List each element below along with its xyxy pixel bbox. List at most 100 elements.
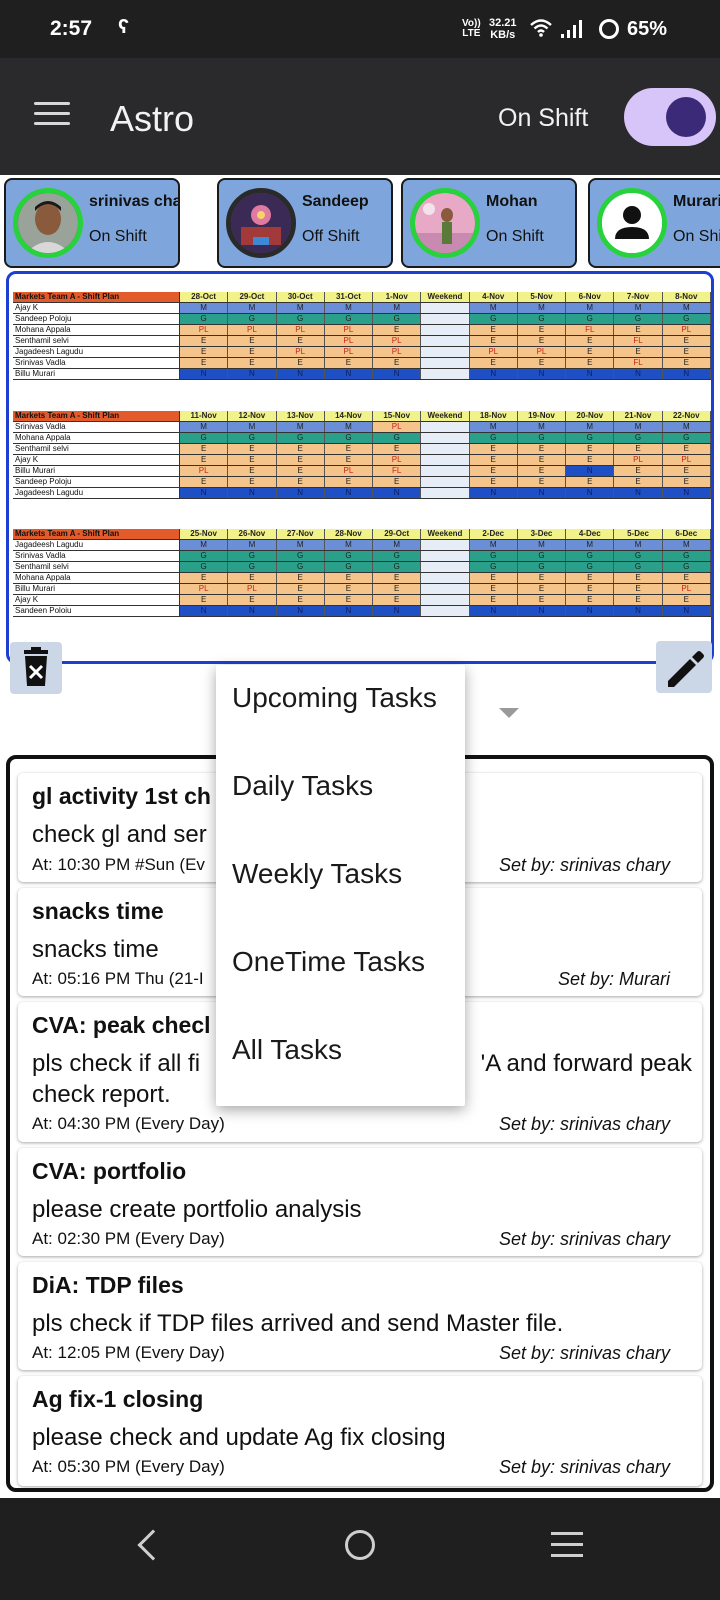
schedule-cell: M <box>566 422 615 432</box>
schedule-date: 7-Nov <box>614 292 663 302</box>
edit-button[interactable] <box>656 641 712 693</box>
schedule-cell: E <box>469 336 518 346</box>
schedule-cell: E <box>324 358 374 368</box>
schedule-cell: G <box>469 562 518 572</box>
schedule-cell: E <box>517 573 567 583</box>
schedule-employee-name: Sandeep Poloju <box>13 477 180 487</box>
home-icon[interactable] <box>345 1530 375 1560</box>
schedule-cell: M <box>228 422 277 432</box>
task-time: At: 12:05 PM (Every Day) <box>32 1343 225 1362</box>
schedule-cell: M <box>517 540 567 550</box>
schedule-cell: G <box>373 562 422 572</box>
schedule-date: 1-Nov <box>373 292 422 302</box>
schedule-cell <box>421 488 470 498</box>
schedule-cell: G <box>614 551 663 561</box>
task-card[interactable]: DiA: TDP files pls check if TDP files ar… <box>18 1262 702 1370</box>
person-icon <box>602 193 662 253</box>
task-title: CVA: portfolio <box>32 1158 187 1184</box>
schedule-cell: N <box>276 488 325 498</box>
schedule-cell: E <box>469 466 518 476</box>
schedule-cell: G <box>517 562 567 572</box>
menu-item-upcoming-tasks[interactable]: Upcoming Tasks <box>232 682 437 714</box>
team-row: srinivas chary On Shift Sandeep Off Shif… <box>0 178 720 268</box>
back-icon[interactable] <box>137 1529 169 1561</box>
menu-item-weekly-tasks[interactable]: Weekly Tasks <box>232 858 402 890</box>
schedule-cell: G <box>566 551 615 561</box>
team-card-sandeep[interactable]: Sandeep Off Shift <box>217 178 393 268</box>
schedule-cell: FL <box>614 358 663 368</box>
schedule-row: Srinivas Vadla E E E E E E E E FL E <box>13 358 711 369</box>
recent-apps-icon[interactable] <box>551 1532 583 1565</box>
schedule-date: 21-Nov <box>614 411 663 421</box>
task-set-by: Set by: srinivas chary <box>498 1114 670 1134</box>
schedule-employee-name: Srinivas Vadla <box>13 422 180 432</box>
schedule-cell: E <box>517 595 567 605</box>
avatar <box>226 188 296 258</box>
schedule-cell: PL <box>228 584 277 594</box>
schedule-cell: N <box>517 369 567 379</box>
schedule-employee-name: Jagadeesh Lagudu <box>13 347 180 357</box>
team-card-mohan[interactable]: Mohan On Shift <box>401 178 577 268</box>
schedule-cell <box>421 303 470 313</box>
schedule-cell: N <box>373 606 422 616</box>
menu-item-daily-tasks[interactable]: Daily Tasks <box>232 770 373 802</box>
schedule-cell: E <box>566 455 615 465</box>
schedule-cell: E <box>180 347 229 357</box>
schedule-date: 18-Nov <box>469 411 518 421</box>
task-time: At: 05:16 PM Thu (21-I <box>32 969 204 988</box>
schedule-date: 4-Dec <box>566 529 615 539</box>
schedule-date: 27-Nov <box>276 529 325 539</box>
schedule-cell: E <box>614 347 663 357</box>
member-status: On Shift <box>486 228 544 245</box>
task-card[interactable]: Ag fix-1 closing please check and update… <box>18 1376 702 1486</box>
task-title: CVA: peak checl <box>32 1012 211 1038</box>
schedule-row: Mohana Appala E E E E E E E E E E <box>13 573 711 584</box>
schedule-row: Billu Murari PL E E PL FL E E N E E <box>13 466 711 477</box>
schedule-employee-name: Ajay K <box>13 595 180 605</box>
schedule-cell: E <box>228 466 277 476</box>
schedule-cell: E <box>373 358 422 368</box>
schedule-cell: PL <box>324 466 374 476</box>
menu-item-all-tasks[interactable]: All Tasks <box>232 1034 342 1066</box>
schedule-date: 4-Nov <box>469 292 518 302</box>
schedule-cell: E <box>228 444 277 454</box>
schedule-cell <box>421 551 470 561</box>
schedule-cell: E <box>517 336 567 346</box>
team-card-murari[interactable]: Murari On Shift <box>588 178 720 268</box>
schedule-cell: G <box>566 433 615 443</box>
menu-item-onetime-tasks[interactable]: OneTime Tasks <box>232 946 425 978</box>
team-card-srinivas[interactable]: srinivas chary On Shift <box>4 178 180 268</box>
task-set-by: Set by: srinivas chary <box>498 1229 670 1249</box>
status-bar: 2:57 ʕ Vo)) LTE 32.21 KB/s 65% <box>0 0 720 58</box>
shift-schedule-image[interactable]: Markets Team A - Shift Plan 28-Oct 29-Oct 3… <box>6 271 714 664</box>
schedule-date: 6-Dec <box>662 529 711 539</box>
schedule-cell: E <box>469 358 518 368</box>
schedule-cell: G <box>228 551 277 561</box>
schedule-cell: E <box>469 595 518 605</box>
member-name: Mohan <box>486 193 538 210</box>
schedule-cell: N <box>180 369 229 379</box>
shift-toggle[interactable] <box>624 88 716 146</box>
volte-indicator: Vo)) LTE <box>462 18 481 39</box>
schedule-cell: FL <box>373 466 422 476</box>
hamburger-menu-icon[interactable] <box>34 102 70 126</box>
chevron-down-icon[interactable] <box>499 708 519 718</box>
schedule-cell: G <box>276 433 325 443</box>
task-set-by: Set by: srinivas chary <box>498 1457 670 1477</box>
schedule-cell: E <box>662 358 711 368</box>
schedule-cell: N <box>566 488 615 498</box>
task-card[interactable]: CVA: portfolio please create portfolio a… <box>18 1148 702 1256</box>
schedule-cell: PL <box>469 347 518 357</box>
schedule-cell: E <box>180 444 229 454</box>
schedule-row: Sandeep Poloju G G G G G G G G G G <box>13 314 711 325</box>
schedule-cell <box>421 562 470 572</box>
schedule-cell: E <box>373 573 422 583</box>
network-speed: 32.21 KB/s <box>489 17 517 41</box>
schedule-cell: N <box>566 369 615 379</box>
delete-button[interactable] <box>10 642 62 694</box>
schedule-date: 31-Oct <box>324 292 374 302</box>
schedule-date: 15-Nov <box>373 411 422 421</box>
schedule-date: 8-Nov <box>662 292 711 302</box>
schedule-cell: E <box>566 347 615 357</box>
schedule-employee-name: Srinivas Vadla <box>13 551 180 561</box>
